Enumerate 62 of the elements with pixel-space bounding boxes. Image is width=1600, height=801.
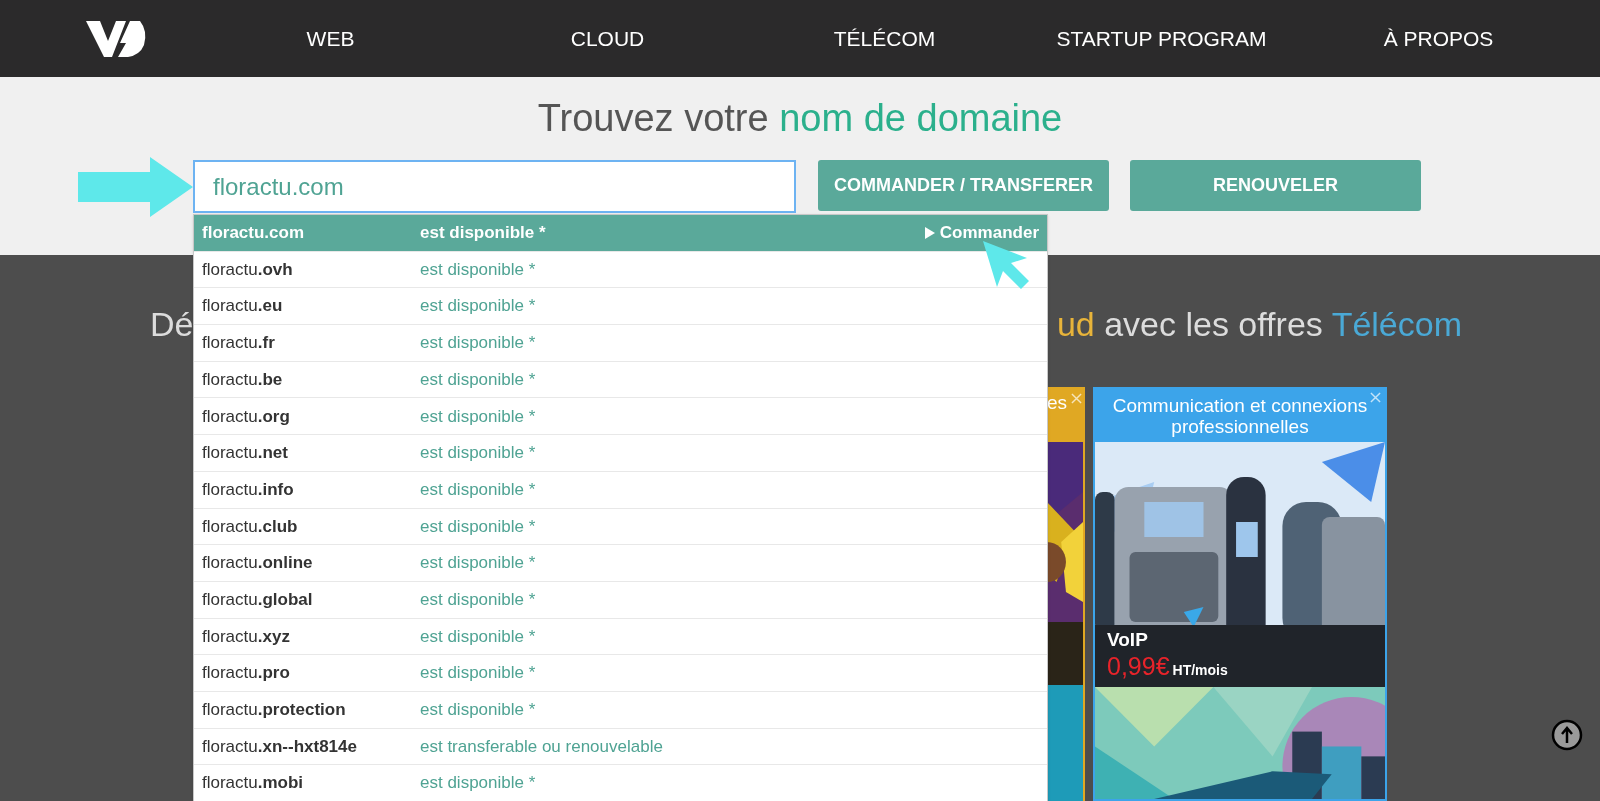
suggestion-row[interactable]: floractu.pro est disponible * <box>194 655 1047 692</box>
domain-name: floractu.global <box>201 588 314 611</box>
availability-status: est disponible * <box>420 405 536 428</box>
nav-link[interactable]: TÉLÉCOM <box>746 22 1023 55</box>
suggestion-row[interactable]: floractu.info est disponible * <box>194 471 1047 509</box>
domain-name: floractu.protection <box>201 699 347 722</box>
domain-name: floractu.xn--hxt814e <box>201 735 358 758</box>
domain-name: floractu.be <box>201 368 284 391</box>
availability-status: est transferable ou renouvelable <box>420 735 663 758</box>
domain-name: floractu.club <box>201 515 299 538</box>
suggestion-row[interactable]: floractu.protection est disponible * <box>194 691 1047 729</box>
domain-name: floractu.ovh <box>201 258 294 281</box>
suggestion-row[interactable]: floractu.net est disponible * <box>194 435 1047 472</box>
headline-text: Dé <box>150 304 194 345</box>
availability-status: est disponible * <box>420 588 536 611</box>
card-title: es <box>1047 391 1068 415</box>
domain-name: floractu.pro <box>201 662 291 685</box>
domain-name: floractu.fr <box>201 332 276 355</box>
suggestion-row[interactable]: floractu.global est disponible * <box>194 581 1047 619</box>
domain-name: floractu.net <box>201 442 289 465</box>
card-caption-bar <box>1047 622 1083 685</box>
suggestion-row[interactable]: floractu.online est disponible * <box>194 545 1047 582</box>
suggestion-row[interactable]: floractu.xyz est disponible * <box>194 618 1047 656</box>
availability-status: est disponible * <box>420 222 546 245</box>
domain-name: floractu.online <box>201 552 314 575</box>
domain-name: floractu.info <box>201 478 295 501</box>
domain-name: floractu.mobi <box>201 772 305 795</box>
play-icon <box>924 226 935 239</box>
availability-status: est disponible * <box>420 368 536 391</box>
arrow-annotation-icon <box>78 157 193 217</box>
cursor-arrow-icon <box>983 241 1031 291</box>
suggestion-row[interactable]: floractu.xn--hxt814e est transferable ou renouvelable <box>194 728 1047 766</box>
suggestion-row[interactable]: floractu.ovh est disponible * <box>194 251 1047 289</box>
availability-status: est disponible * <box>420 625 536 648</box>
availability-status: est disponible * <box>420 478 536 501</box>
suggestion-row[interactable]: floractu.eu est disponible * <box>194 288 1047 326</box>
domain-name: floractu.xyz <box>201 625 291 648</box>
card-title: Communication et connexions professionnelles <box>1112 395 1368 437</box>
suggestion-row[interactable]: floractu.be est disponible * <box>194 361 1047 399</box>
availability-status: est disponible * <box>420 772 536 795</box>
domain-name: floractu.com <box>201 222 306 245</box>
nav-link[interactable]: CLOUD <box>469 22 746 55</box>
suggestion-row[interactable]: floractu.club est disponible * <box>194 508 1047 546</box>
nav-link[interactable]: WEB <box>192 22 469 55</box>
availability-status: est disponible * <box>420 332 536 355</box>
availability-status: est disponible * <box>420 515 536 538</box>
domain-name: floractu.eu <box>201 295 284 318</box>
availability-status: est disponible * <box>420 662 536 685</box>
suggestion-row[interactable]: floractu.fr est disponible * <box>194 325 1047 362</box>
nav-link[interactable]: À PROPOS <box>1300 22 1577 55</box>
availability-status: est disponible * <box>420 699 536 722</box>
page-title: Trouvez votre nom de domaine <box>536 96 1064 141</box>
headline-text: ud avec les offres Télécom <box>1056 304 1462 345</box>
availability-status: est disponible * <box>420 258 536 281</box>
availability-status: est disponible * <box>420 552 536 575</box>
domain-name: floractu.org <box>201 405 291 428</box>
nav-link[interactable]: STARTUP PROGRAM <box>1023 22 1300 55</box>
availability-status: est disponible * <box>420 442 536 465</box>
scroll-to-top-icon[interactable] <box>1551 719 1583 751</box>
availability-status: est disponible * <box>420 295 536 318</box>
suggestion-row[interactable]: floractu.mobi est disponible * <box>194 765 1047 801</box>
suggestion-row[interactable]: floractu.org est disponible * <box>194 398 1047 436</box>
